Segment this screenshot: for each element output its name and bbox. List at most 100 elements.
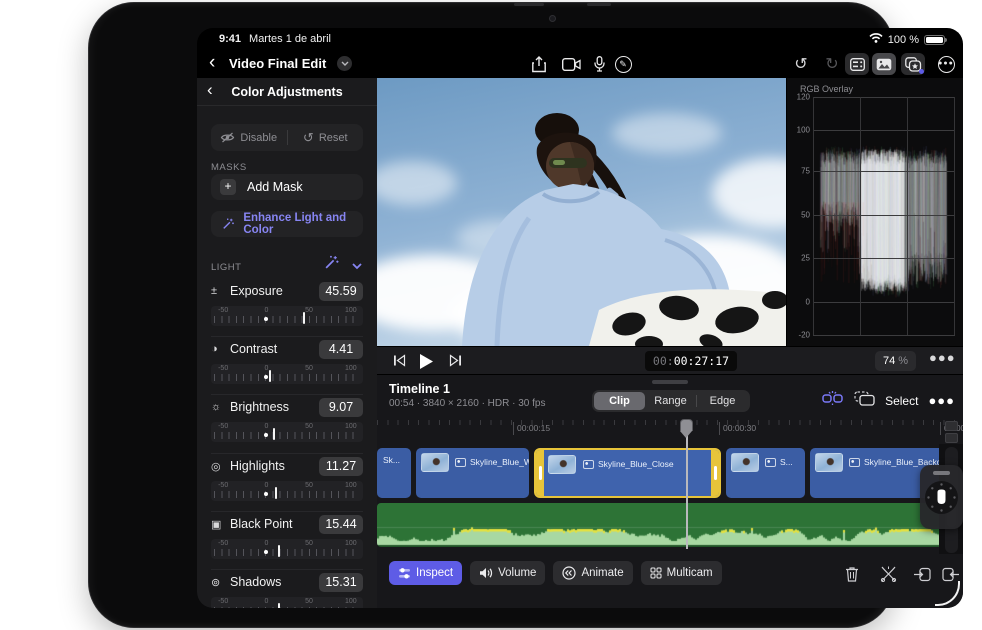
share-button[interactable] [527,53,551,75]
cut-clip-icon[interactable] [877,563,899,585]
magic-wand-icon [223,218,234,229]
mode-clip[interactable]: Clip [594,392,645,410]
disable-reset-control: Disable ↺ Reset [211,124,363,151]
disable-button[interactable]: Disable [211,124,287,151]
top-button [587,3,611,6]
select-button[interactable]: Select [885,394,918,408]
light-heading: LIGHT [211,262,242,273]
track-height-button[interactable] [945,421,958,431]
track-height-button[interactable] [945,433,958,443]
slider-thumb [278,603,281,608]
media-browser-button[interactable] [872,53,896,75]
mode-range[interactable]: Range [645,392,696,410]
battery-icon [924,34,947,45]
magnetic-timeline-icon[interactable] [821,390,844,411]
mode-edge[interactable]: Edge [697,392,748,410]
ruler-label: 00:00:15 [513,422,550,435]
add-mask-button[interactable]: + Add Mask [211,174,363,200]
auto-light-icon[interactable] [324,255,339,275]
back-button[interactable]: ‹ [209,51,215,75]
page: 9:41 Martes 1 de abril 100 % ‹ Video Fin… [0,0,982,630]
slider-black-point: ▣ Black Point 15.44 -50 0 50 100 [211,514,363,564]
timeline-clip[interactable]: Sk... [377,448,411,498]
delete-button[interactable] [841,563,863,585]
slider-thumb [272,428,275,440]
inspector-toggle-button[interactable] [845,53,869,75]
redo-button[interactable]: ↻ [820,53,844,75]
timeline-section: Timeline 1 00:54 · 3840 × 2160 · HDR · 3… [377,375,963,608]
photo-icon [849,457,860,467]
wifi-icon [869,33,883,46]
light-section-header: LIGHT [211,255,363,275]
project-menu-chevron-icon[interactable] [337,56,352,71]
effects-button[interactable] [901,53,925,75]
timeline-clip-selected[interactable]: Skyline_Blue_Close [534,448,721,498]
ipad-frame: 9:41 Martes 1 de abril 100 % ‹ Video Fin… [88,2,963,628]
scope-axis-label: -20 [798,330,810,340]
transport-bar: 00:00:27:17 74% ●●● [377,346,963,375]
slider-contrast: ◑ Contrast 4.41 -50 0 50 100 [211,339,363,389]
volume-button [514,3,544,6]
slider-track[interactable]: -50 0 50 100 [211,481,363,501]
jog-dial[interactable] [924,480,959,515]
mic-button[interactable] [587,53,611,75]
viewer-more-button[interactable]: ●●● [929,350,956,365]
animate-button[interactable]: Animate [553,561,633,585]
timeline-clip[interactable]: Skyline_Blue_Wide [416,448,529,498]
camera-button[interactable] [559,53,583,75]
viewer-zoom-button[interactable]: 74% [875,351,917,371]
grid-icon [650,567,662,579]
timeline-clip[interactable]: S... [726,448,805,498]
clip-thumbnail [548,455,576,474]
jog-drag-bar[interactable] [933,471,950,475]
overwrite-mode-icon[interactable] [854,390,875,411]
volume-button[interactable]: Volume [470,561,546,585]
timeline-drag-handle[interactable] [652,380,688,384]
skip-to-end-button[interactable] [449,354,462,372]
scope-axis-label: 50 [801,210,810,220]
video-viewer[interactable] [377,78,786,346]
value-field[interactable]: 9.07 [319,397,363,417]
pencil-tools-button[interactable]: ✎ [611,53,635,75]
panel-title: Color Adjustments [231,85,343,99]
more-button[interactable]: ●●● [934,53,958,75]
value-field[interactable]: 11.27 [319,456,363,476]
slider-track[interactable]: -50 0 50 100 [211,422,363,442]
clip-thumbnail [421,453,449,472]
project-title[interactable]: Video Final Edit [229,56,326,71]
shadows-icon: ⊚ [211,576,221,589]
playhead-handle[interactable] [680,419,693,438]
timeline-ruler[interactable]: 00:00:15 00:00:30 00:00:45 [377,418,963,444]
inspect-button[interactable]: Inspect [389,561,463,585]
slider-exposure: ± Exposure 45.59 -50 0 50 100 [211,281,363,331]
exposure-icon: ± [211,285,218,297]
skip-to-start-button[interactable] [393,354,406,372]
timeline-more-button[interactable]: ●●● [928,393,955,408]
slider-track[interactable]: -50 0 50 100 [211,306,363,326]
clip-track: Sk... Skyline_Blue_Wide Skyline_Blue_Clo… [377,448,951,498]
slider-highlights: ◎ Highlights 11.27 -50 0 50 100 [211,456,363,506]
trim-handle-left[interactable] [536,450,544,496]
slider-track[interactable]: -50 0 50 100 [211,539,363,559]
jog-wheel-panel[interactable] [920,465,963,529]
reset-button[interactable]: ↺ Reset [288,124,364,151]
value-field[interactable]: 15.31 [319,572,363,592]
slider-track[interactable]: -50 0 50 100 [211,597,363,608]
clip-thumbnail [731,453,759,472]
collapse-chevron-icon[interactable] [351,257,363,275]
insert-clip-icon[interactable] [911,563,933,585]
value-field[interactable]: 45.59 [319,281,363,301]
scope-axis-label: 120 [796,92,810,102]
eye-slash-icon [221,132,235,143]
play-button[interactable] [419,353,434,375]
multicam-button[interactable]: Multicam [640,561,722,585]
trim-handle-right[interactable] [711,450,719,496]
undo-button[interactable]: ↺ [789,53,813,75]
enhance-light-color-button[interactable]: Enhance Light and Color [211,211,363,237]
audio-track[interactable] [377,503,951,547]
slider-track[interactable]: -50 0 50 100 [211,364,363,384]
playhead-line [686,435,688,549]
scope-waveform [813,97,955,335]
value-field[interactable]: 4.41 [319,339,363,359]
value-field[interactable]: 15.44 [319,514,363,534]
